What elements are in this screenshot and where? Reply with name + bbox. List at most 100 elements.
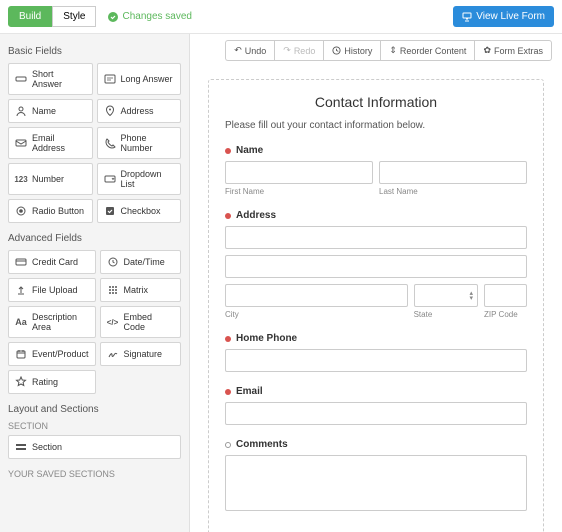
field-button-label: Short Answer: [32, 69, 86, 89]
address-line1-input[interactable]: [225, 226, 527, 249]
basic-fields-heading: Basic Fields: [8, 46, 181, 57]
state-select[interactable]: [414, 284, 478, 307]
field-button-label: Rating: [32, 377, 58, 387]
required-icon: [225, 389, 231, 395]
number-icon: 123: [15, 173, 27, 185]
required-icon: [225, 148, 231, 154]
embed-icon: </>: [107, 316, 119, 328]
field-button-label: Matrix: [124, 285, 149, 295]
field-button-label: Address: [121, 106, 154, 116]
field-button-label: Phone Number: [121, 133, 175, 153]
undo-icon: ↶: [234, 45, 242, 56]
redo-button[interactable]: ↷Redo: [274, 40, 323, 61]
zip-sublabel: ZIP Code: [484, 310, 527, 319]
phone-input[interactable]: [225, 349, 527, 372]
saved-status: Changes saved: [108, 11, 192, 22]
required-icon: [225, 336, 231, 342]
field-button-label: Credit Card: [32, 257, 78, 267]
field-button-label: Long Answer: [121, 74, 173, 84]
credit-card-icon: [15, 256, 27, 268]
credit-card-field-button[interactable]: Credit Card: [8, 250, 96, 274]
field-button-label: Signature: [124, 349, 163, 359]
canvas: ↶Undo ↷Redo History ⇕Reorder Content ✿Fo…: [190, 34, 562, 532]
first-name-input[interactable]: [225, 161, 373, 184]
check-icon: [108, 12, 118, 22]
email-field-button[interactable]: Email Address: [8, 127, 93, 159]
topbar: Build Style Changes saved View Live Form: [0, 0, 562, 34]
gear-icon: ✿: [483, 45, 491, 56]
address-field-button[interactable]: Address: [97, 99, 182, 123]
event-field-button[interactable]: Event/Product: [8, 342, 96, 366]
file-upload-icon: [15, 284, 27, 296]
saved-sections-subheading: YOUR SAVED SECTIONS: [8, 469, 181, 479]
name-field-button[interactable]: Name: [8, 99, 93, 123]
comments-textarea[interactable]: [225, 455, 527, 511]
matrix-icon: [107, 284, 119, 296]
canvas-toolbar: ↶Undo ↷Redo History ⇕Reorder Content ✿Fo…: [190, 34, 562, 67]
matrix-field-button[interactable]: Matrix: [100, 278, 181, 302]
field-button-label: Date/Time: [124, 257, 165, 267]
last-name-sublabel: Last Name: [379, 187, 527, 196]
long-answer-icon: [104, 73, 116, 85]
short-answer-field-button[interactable]: Short Answer: [8, 63, 93, 95]
embed-field-button[interactable]: </> Embed Code: [100, 306, 181, 338]
tab-build[interactable]: Build: [8, 6, 52, 27]
field-button-label: Event/Product: [32, 349, 89, 359]
rating-icon: [15, 376, 27, 388]
field-button-label: Embed Code: [124, 312, 174, 332]
phone-field-button[interactable]: Phone Number: [97, 127, 182, 159]
field-button-label: Name: [32, 106, 56, 116]
field-button-label: Checkbox: [121, 206, 161, 216]
clock-icon: [332, 46, 341, 55]
address-field[interactable]: Address City ▴▾State ZIP Code: [225, 210, 527, 319]
long-answer-field-button[interactable]: Long Answer: [97, 63, 182, 95]
layout-sections-heading: Layout and Sections: [8, 404, 181, 415]
section-subheading: SECTION: [8, 421, 181, 431]
undo-button[interactable]: ↶Undo: [225, 40, 274, 61]
name-field[interactable]: Name First Name Last Name: [225, 145, 527, 196]
description-field-button[interactable]: AaDescription Area: [8, 306, 96, 338]
dropdown-field-button[interactable]: Dropdown List: [97, 163, 182, 195]
email-field[interactable]: Email: [225, 386, 527, 425]
phone-icon: [104, 137, 116, 149]
monitor-icon: [462, 12, 472, 22]
field-button-label: Dropdown List: [121, 169, 175, 189]
section-button[interactable]: Section: [8, 435, 181, 459]
history-button[interactable]: History: [323, 40, 380, 61]
address-line2-input[interactable]: [225, 255, 527, 278]
state-sublabel: State: [414, 310, 478, 319]
reorder-button[interactable]: ⇕Reorder Content: [380, 40, 474, 61]
section-icon: [15, 441, 27, 453]
view-live-form-button[interactable]: View Live Form: [453, 6, 554, 27]
file-upload-field-button[interactable]: File Upload: [8, 278, 96, 302]
comments-field[interactable]: Comments: [225, 439, 527, 514]
first-name-sublabel: First Name: [225, 187, 373, 196]
reorder-icon: ⇕: [389, 45, 397, 56]
zip-input[interactable]: [484, 284, 527, 307]
signature-field-button[interactable]: Signature: [100, 342, 181, 366]
datetime-field-button[interactable]: Date/Time: [100, 250, 181, 274]
optional-icon: [225, 442, 231, 448]
field-button-label: File Upload: [32, 285, 78, 295]
form-container: Contact Information Please fill out your…: [208, 79, 544, 532]
field-button-label: Number: [32, 174, 64, 184]
field-button-label: Description Area: [32, 312, 89, 332]
signature-icon: [107, 348, 119, 360]
phone-field[interactable]: Home Phone: [225, 333, 527, 372]
number-field-button[interactable]: 123 Number: [8, 163, 93, 195]
tab-style[interactable]: Style: [52, 6, 96, 27]
form-extras-button[interactable]: ✿Form Extras: [474, 40, 552, 61]
city-input[interactable]: [225, 284, 408, 307]
required-icon: [225, 213, 231, 219]
radio-field-button[interactable]: Radio Button: [8, 199, 93, 223]
dropdown-icon: [104, 173, 116, 185]
datetime-icon: [107, 256, 119, 268]
checkbox-field-button[interactable]: Checkbox: [97, 199, 182, 223]
rating-field-button[interactable]: Rating: [8, 370, 96, 394]
last-name-input[interactable]: [379, 161, 527, 184]
short-answer-icon: [15, 73, 27, 85]
email-input[interactable]: [225, 402, 527, 425]
form-title: Contact Information: [225, 94, 527, 110]
radio-icon: [15, 205, 27, 217]
advanced-fields-heading: Advanced Fields: [8, 233, 181, 244]
